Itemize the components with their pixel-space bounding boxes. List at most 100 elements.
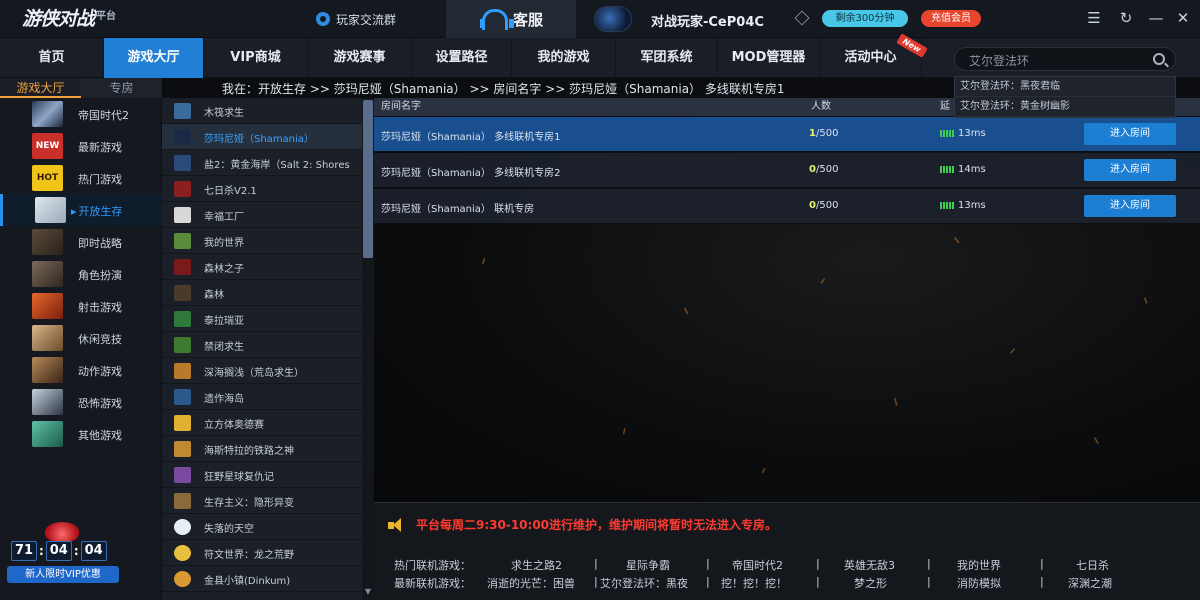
refresh-icon[interactable]: ↻ [1117,9,1135,27]
list-item[interactable]: 海斯特拉的铁路之神 [162,436,362,462]
game-label: 遗作海岛 [204,394,244,405]
nav-vip-store[interactable]: VIP商城 [204,38,308,78]
scroll-down-icon[interactable]: ▼ [363,586,373,598]
list-item[interactable]: 木筏求生 [162,98,362,124]
nav-my-games[interactable]: 我的游戏 [512,38,616,78]
list-item[interactable]: 遗作海岛 [162,384,362,410]
hot-game-link[interactable]: 七日杀 [1076,557,1109,573]
list-item[interactable]: 盐2：黄金海岸（Salt 2: Shores [162,150,362,176]
customer-service-button[interactable]: 客服 [446,0,576,38]
list-item[interactable]: 幸福工厂 [162,202,362,228]
table-row[interactable]: 莎玛尼娅（Shamania） 联机专房 0/500 13ms 进入房间 [374,189,1200,224]
rune-icon [174,545,191,561]
room-player-count: 1/500 [809,128,838,139]
signal-icon [940,130,954,137]
list-item[interactable]: 禁闭求生 [162,332,362,358]
hot-game-link[interactable]: 我的世界 [957,557,1001,573]
nav-home[interactable]: 首页 [0,38,104,78]
promo-text[interactable]: 新人限时VIP优惠 [7,566,119,583]
sidebar-item-label: 热门游戏 [78,173,122,186]
search-input[interactable]: 艾尔登法环 [954,47,1176,71]
nav-game-hall[interactable]: 游戏大厅 [104,38,204,78]
diamond-icon[interactable] [793,11,809,25]
sidebar-item-other[interactable]: 其他游戏 [0,418,162,450]
menu-icon[interactable]: ☰ [1085,9,1103,27]
nav-settings-path[interactable]: 设置路径 [412,38,512,78]
hot-game-link[interactable]: 求生之路2 [511,557,562,573]
username[interactable]: 对战玩家-CeP04C [651,11,764,30]
countdown-hours: 71 [11,541,37,561]
scrollbar-thumb[interactable] [363,100,373,258]
list-item[interactable]: 森林之子 [162,254,362,280]
list-item[interactable]: 深海搁浅（荒岛求生） [162,358,362,384]
sidebar-item-label: 恐怖游戏 [78,397,122,410]
list-item[interactable]: 狂野星球复仇记 [162,462,362,488]
sidebar-item-horror[interactable]: 恐怖游戏 [0,386,162,418]
list-item[interactable]: 失落的天空 [162,514,362,540]
hot-game-link[interactable]: 星际争霸 [626,557,670,573]
list-item[interactable]: 金县小镇(Dinkum) [162,566,362,592]
nav-event-center[interactable]: 活动中心 New [820,33,928,78]
list-item[interactable]: 立方体奥德赛 [162,410,362,436]
sidebar-item-open-survival[interactable]: 开放生存 [0,194,162,226]
nav-tournaments[interactable]: 游戏赛事 [308,38,412,78]
hot-game-link[interactable]: 英雄无敌3 [844,557,895,573]
list-item[interactable]: 泰拉瑞亚 [162,306,362,332]
sidebar-item-hot-games[interactable]: HOT 热门游戏 [0,162,162,194]
sidebar-item-casual[interactable]: 休闲竞技 [0,322,162,354]
new-game-link[interactable]: 深渊之潮 [1068,575,1112,591]
sidebar-item-action[interactable]: 动作游戏 [0,354,162,386]
room-name: 莎玛尼娅（Shamania） 多线联机专房1 [381,132,561,143]
sidebar-item-label: 开放生存 [71,203,123,219]
raft-icon [174,103,191,119]
column-header-ping[interactable]: 延 [940,98,950,116]
list-item[interactable]: 符文世界：龙之荒野 [162,540,362,566]
column-header-count[interactable]: 人数 [811,98,831,116]
nav-mod-manager[interactable]: MOD管理器 [718,38,820,78]
tab-private-rooms[interactable]: 专房 [81,78,162,98]
tree-icon [174,311,191,327]
join-room-button[interactable]: 进入房间 [1084,195,1176,217]
new-game-link[interactable]: 挖！挖！挖！ [721,575,787,591]
app-window: 游侠对战 平台 玩家交流群 客服 对战玩家-CeP04C 剩余300分钟 充值会员… [0,0,1200,600]
sidebar-item-new-games[interactable]: NEW 最新游戏 [0,130,162,162]
new-tag-icon: NEW [32,133,63,159]
new-game-link[interactable]: 消逝的光芒：困兽 [487,575,575,591]
sidebar-item-age-of-empires-2[interactable]: 帝国时代2 [0,98,162,130]
close-icon[interactable]: ✕ [1174,9,1192,27]
tab-game-hall[interactable]: 游戏大厅 [0,78,81,98]
list-item[interactable]: 七日杀V2.1 [162,176,362,202]
game-label: 金县小镇(Dinkum) [204,576,291,587]
list-item[interactable]: 森林 [162,280,362,306]
new-game-link[interactable]: 艾尔登法环：黑夜 [600,575,688,591]
salt-logo-icon [174,155,191,171]
list-item[interactable]: 莎玛尼娅（Shamania） [162,124,362,150]
new-game-link[interactable]: 梦之形 [854,575,887,591]
exchange-group-link[interactable]: 玩家交流群 [316,10,396,28]
gamepad-icon [32,421,63,447]
avatar[interactable] [594,6,632,32]
sidebar-item-rts[interactable]: 即时战略 [0,226,162,258]
join-room-button[interactable]: 进入房间 [1084,159,1176,181]
recharge-vip-button[interactable]: 充值会员 [921,10,981,27]
list-item[interactable]: 我的世界 [162,228,362,254]
suggestion-item[interactable]: 艾尔登法环：黄金树幽影 [955,97,1175,117]
column-header-name[interactable]: 房间名字 [381,98,421,116]
table-row[interactable]: 莎玛尼娅（Shamania） 多线联机专房2 0/500 14ms 进入房间 [374,153,1200,188]
sidebar-item-rpg[interactable]: 角色扮演 [0,258,162,290]
room-current-count: 0 [809,164,816,175]
stranded-deep-icon [174,363,191,379]
sons-forest-icon [174,259,191,275]
sidebar-item-shooter[interactable]: 射击游戏 [0,290,162,322]
list-item[interactable]: 生存主义：隐形异变 [162,488,362,514]
hot-game-link[interactable]: 帝国时代2 [732,557,783,573]
suggestion-item[interactable]: 艾尔登法环：黑夜君临 [955,77,1175,97]
vip-promo-widget[interactable]: 71 : 04 : 04 新人限时VIP优惠 [7,522,119,584]
nav-legion-system[interactable]: 军团系统 [616,38,718,78]
new-game-link[interactable]: 消防模拟 [957,575,1001,591]
minimize-icon[interactable]: — [1147,9,1165,27]
table-row[interactable]: 莎玛尼娅（Shamania） 多线联机专房1 1/500 13ms 进入房间 [374,117,1200,152]
category-sidebar: 游戏大厅 专房 帝国时代2 NEW 最新游戏 HOT 热门游戏 开放生存 即时战… [0,78,162,600]
search-icon[interactable] [1153,53,1165,65]
join-room-button[interactable]: 进入房间 [1084,123,1176,145]
